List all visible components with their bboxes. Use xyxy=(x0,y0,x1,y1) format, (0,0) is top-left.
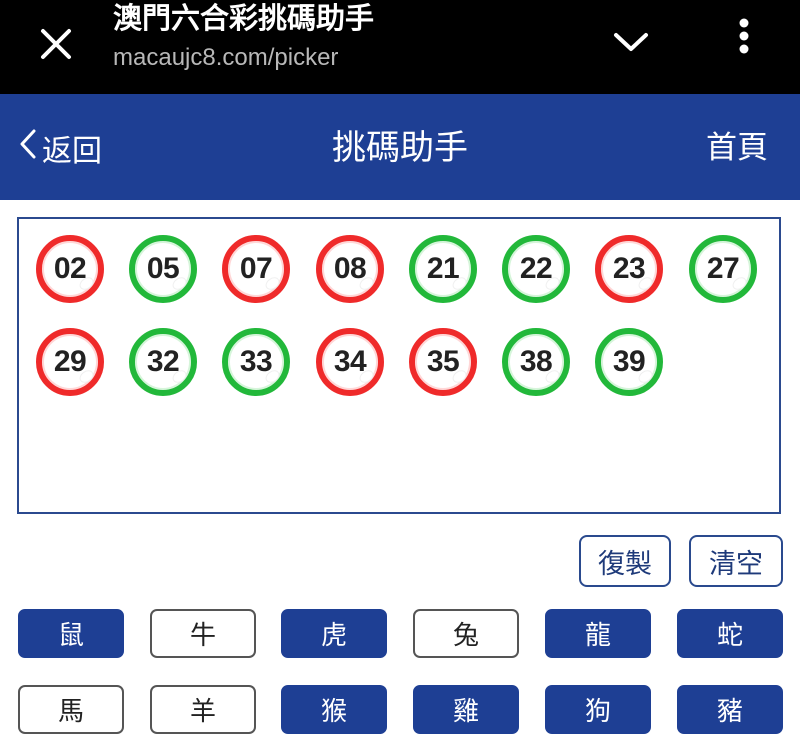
zodiac-button[interactable]: 豬 xyxy=(677,685,783,734)
number-ball[interactable]: 22 xyxy=(502,235,570,303)
number-ball[interactable]: 07 xyxy=(222,235,290,303)
copy-button[interactable]: 復製 xyxy=(579,535,671,587)
browser-top-bar: 澳門六合彩挑碼助手 macaujc8.com/picker xyxy=(0,0,800,94)
number-ball[interactable]: 08 xyxy=(316,235,384,303)
close-icon[interactable] xyxy=(30,18,82,70)
chevron-down-icon[interactable] xyxy=(606,22,656,62)
zodiac-button[interactable]: 猴 xyxy=(281,685,387,734)
selected-numbers-panel: 02 05 07 08 21 22 23 27 29 32 33 34 35 38 39 xyxy=(17,217,781,514)
number-ball[interactable]: 38 xyxy=(502,328,570,396)
kebab-menu-icon[interactable] xyxy=(722,14,766,58)
number-ball[interactable]: 29 xyxy=(36,328,104,396)
zodiac-button[interactable]: 龍 xyxy=(545,609,651,658)
zodiac-button[interactable]: 狗 xyxy=(545,685,651,734)
number-ball[interactable]: 21 xyxy=(409,235,477,303)
zodiac-button[interactable]: 羊 xyxy=(150,685,256,734)
browser-url[interactable]: macaujc8.com/picker xyxy=(113,42,338,74)
zodiac-button[interactable]: 雞 xyxy=(413,685,519,734)
zodiac-button[interactable]: 蛇 xyxy=(677,609,783,658)
number-ball[interactable]: 32 xyxy=(129,328,197,396)
number-ball[interactable]: 35 xyxy=(409,328,477,396)
clear-button[interactable]: 清空 xyxy=(689,535,783,587)
app-header: 返回 挑碼助手 首頁 xyxy=(0,94,800,200)
number-ball[interactable]: 27 xyxy=(689,235,757,303)
number-ball[interactable]: 33 xyxy=(222,328,290,396)
zodiac-button[interactable]: 虎 xyxy=(281,609,387,658)
number-ball[interactable]: 23 xyxy=(595,235,663,303)
browser-page-title: 澳門六合彩挑碼助手 xyxy=(113,1,375,35)
number-ball[interactable]: 34 xyxy=(316,328,384,396)
zodiac-button[interactable]: 兔 xyxy=(413,609,519,658)
number-ball[interactable]: 39 xyxy=(595,328,663,396)
zodiac-button[interactable]: 鼠 xyxy=(18,609,124,658)
page-title: 挑碼助手 xyxy=(332,128,468,168)
number-ball[interactable]: 02 xyxy=(36,235,104,303)
number-ball[interactable]: 05 xyxy=(129,235,197,303)
zodiac-button[interactable]: 牛 xyxy=(150,609,256,658)
zodiac-button[interactable]: 馬 xyxy=(18,685,124,734)
home-link[interactable]: 首頁 xyxy=(706,128,768,168)
